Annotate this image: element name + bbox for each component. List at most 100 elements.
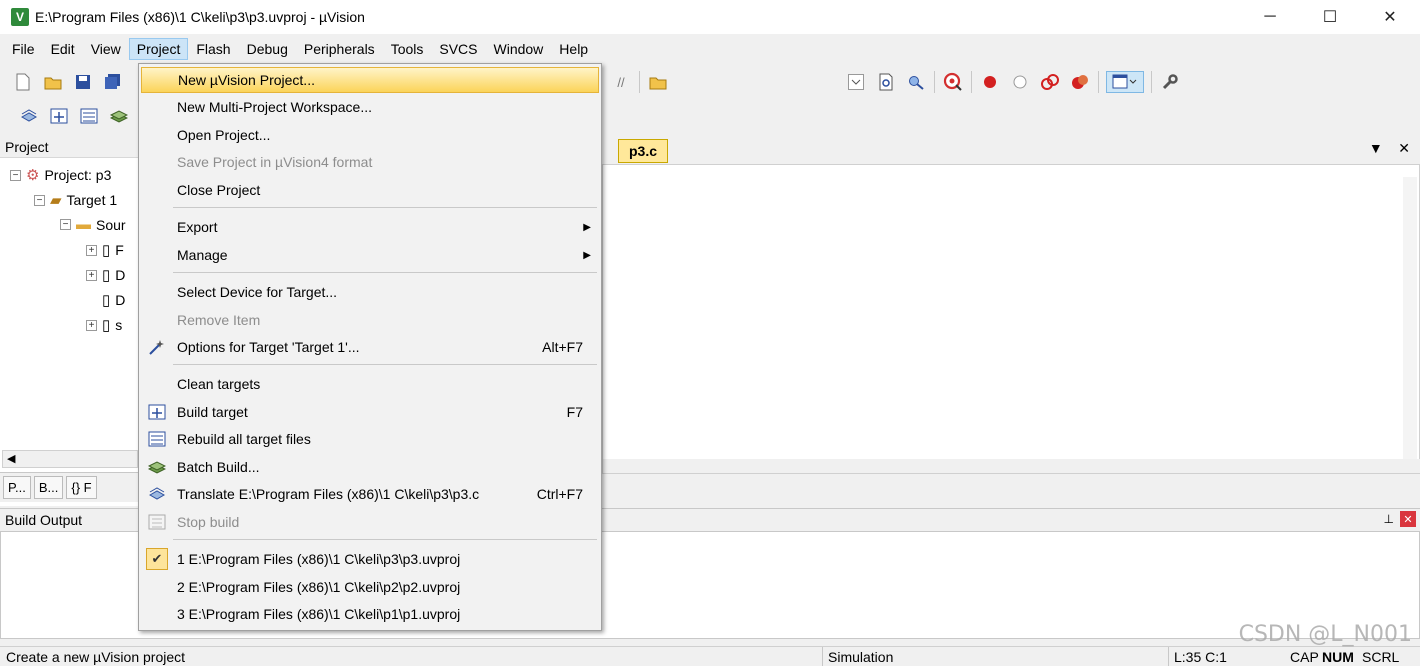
minimize-button[interactable]: ─ (1240, 0, 1300, 34)
expand-icon[interactable]: + (86, 244, 97, 256)
editor-vscrollbar[interactable] (1403, 177, 1417, 473)
build-icon[interactable] (48, 105, 70, 127)
build-output-title: Build Output (5, 511, 83, 528)
scroll-left-icon[interactable]: ◀ (7, 452, 15, 465)
menu-tools[interactable]: Tools (383, 38, 432, 60)
configure-icon[interactable] (1159, 71, 1181, 93)
menu-close-project[interactable]: Close Project (141, 177, 599, 203)
file-icon: ▯ (102, 242, 111, 259)
status-num: NUM (1322, 649, 1354, 665)
menu-options-for-target[interactable]: Options for Target 'Target 1'... Alt+F7 (141, 334, 599, 360)
translate-icon[interactable] (18, 105, 40, 127)
toolbar-separator (971, 71, 972, 93)
status-cap: CAP (1290, 649, 1319, 665)
translate-icon (147, 484, 167, 504)
tree-target[interactable]: − ▰ Target 1 (34, 191, 117, 209)
find-icon[interactable] (905, 71, 927, 93)
tree-source-group[interactable]: − ▬ Sour (60, 216, 126, 233)
disabled-breakpoint-icon[interactable] (1009, 71, 1031, 93)
expand-icon[interactable]: + (86, 319, 97, 331)
menu-recent-project-2[interactable]: 2 E:\Program Files (x86)\1 C\keli\p2\p2.… (141, 574, 599, 600)
project-panel-title: Project (0, 136, 139, 158)
project-hscrollbar[interactable]: ◀ (2, 450, 138, 468)
menu-open-project[interactable]: Open Project... (141, 122, 599, 148)
editor-tabbar: p3.c ▼ ✕ (602, 136, 1420, 164)
folder-icon: ▬ (76, 216, 91, 233)
submenu-arrow-icon: ▶ (583, 249, 591, 261)
close-panel-icon[interactable]: ✕ (1400, 511, 1416, 527)
status-scrl: SCRL (1362, 649, 1400, 665)
close-tab-icon[interactable]: ✕ (1398, 140, 1410, 156)
menu-recent-project-1[interactable]: ✔ 1 E:\Program Files (x86)\1 C\keli\p3\p… (141, 546, 599, 572)
tree-project-root[interactable]: − ⚙ Project: p3 (10, 166, 111, 184)
menu-peripherals[interactable]: Peripherals (296, 38, 383, 60)
tree-file-label: s (115, 317, 123, 333)
tree-file[interactable]: + ▯ F (86, 241, 124, 259)
disable-all-breakpoints-icon[interactable] (1039, 71, 1061, 93)
collapse-icon[interactable]: − (60, 219, 71, 230)
menu-recent-project-3[interactable]: 3 E:\Program Files (x86)\1 C\keli\p1\p1.… (141, 601, 599, 627)
menu-flash[interactable]: Flash (188, 38, 238, 60)
rebuild-icon[interactable] (78, 105, 100, 127)
editor-hscrollbar[interactable] (603, 459, 1420, 473)
collapse-icon[interactable]: − (34, 194, 45, 206)
indent-icon[interactable]: // (610, 71, 632, 93)
tree-file-label: D (115, 292, 126, 308)
menu-help[interactable]: Help (551, 38, 596, 60)
batch-build-icon[interactable] (108, 105, 130, 127)
save-icon[interactable] (72, 71, 94, 93)
tab-functions[interactable]: {} F (66, 476, 97, 499)
menu-rebuild-all[interactable]: Rebuild all target files (141, 426, 599, 452)
menu-view[interactable]: View (83, 38, 129, 60)
project-panel-tabs: P... B... {} F (0, 472, 140, 502)
find-in-files-icon[interactable] (875, 71, 897, 93)
menu-export[interactable]: Export ▶ (141, 214, 599, 240)
menu-save-project-uv4[interactable]: Save Project in µVision4 format (141, 149, 599, 175)
menu-new-multi-project-workspace[interactable]: New Multi-Project Workspace... (141, 94, 599, 120)
menu-manage[interactable]: Manage ▶ (141, 242, 599, 268)
tab-project[interactable]: P... (3, 476, 31, 499)
save-all-icon[interactable] (102, 71, 124, 93)
menu-clean-targets[interactable]: Clean targets (141, 371, 599, 397)
menu-edit[interactable]: Edit (43, 38, 83, 60)
options-wand-icon (147, 337, 167, 357)
menu-select-device[interactable]: Select Device for Target... (141, 279, 599, 305)
debug-session-icon[interactable] (942, 71, 964, 93)
menu-item-label: Batch Build... (177, 459, 260, 475)
tab-list-icon[interactable]: ▼ (1369, 140, 1383, 156)
editor-pane[interactable] (602, 164, 1420, 474)
close-button[interactable]: ✕ (1360, 0, 1420, 34)
menu-new-uvision-project[interactable]: New µVision Project... (141, 67, 599, 93)
menu-item-label: 1 E:\Program Files (x86)\1 C\keli\p3\p3.… (177, 551, 461, 567)
menu-project[interactable]: Project (128, 38, 189, 60)
target-icon: ▰ (50, 192, 62, 209)
build-debug-toolbar: // (606, 66, 1185, 98)
window-layout-icon[interactable] (1106, 71, 1144, 93)
tree-file[interactable]: + ▯ s (86, 316, 122, 334)
menu-build-target[interactable]: Build target F7 (141, 399, 599, 425)
tab-p3-c[interactable]: p3.c (618, 139, 669, 163)
pin-icon[interactable]: ⊥ (1384, 512, 1394, 526)
menu-item-label: New Multi-Project Workspace... (177, 99, 373, 115)
dropdown-icon[interactable] (845, 71, 867, 93)
menu-window[interactable]: Window (486, 38, 552, 60)
collapse-icon[interactable]: − (10, 169, 21, 181)
menu-batch-build[interactable]: Batch Build... (141, 454, 599, 480)
tree-file[interactable]: ▯ D (102, 291, 125, 309)
open-file-icon[interactable] (647, 71, 669, 93)
tree-file[interactable]: + ▯ D (86, 266, 125, 284)
new-file-icon[interactable] (12, 71, 34, 93)
menu-svcs[interactable]: SVCS (431, 38, 485, 60)
menu-file[interactable]: File (4, 38, 43, 60)
project-panel: Project − ⚙ Project: p3 − ▰ Target 1 − ▬… (0, 136, 140, 506)
open-folder-icon[interactable] (42, 71, 64, 93)
menu-debug[interactable]: Debug (239, 38, 296, 60)
menu-remove-item[interactable]: Remove Item (141, 307, 599, 333)
breakpoint-icon[interactable] (979, 71, 1001, 93)
maximize-button[interactable]: ☐ (1300, 0, 1360, 34)
menu-stop-build[interactable]: Stop build (141, 509, 599, 535)
tab-books[interactable]: B... (33, 476, 64, 499)
expand-icon[interactable]: + (86, 269, 97, 281)
menu-translate[interactable]: Translate E:\Program Files (x86)\1 C\kel… (141, 481, 599, 507)
kill-breakpoints-icon[interactable] (1069, 71, 1091, 93)
